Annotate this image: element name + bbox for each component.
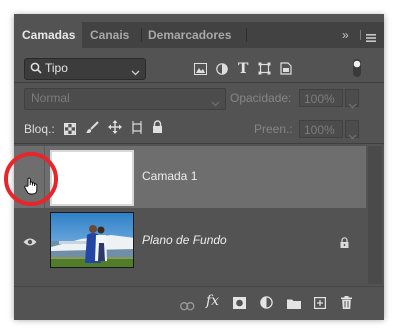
divider: [14, 143, 384, 144]
layer-row-camada-1[interactable]: Camada 1: [14, 146, 366, 208]
eye-icon[interactable]: [23, 234, 37, 252]
layers-scrollbar[interactable]: [368, 146, 382, 284]
divider: [14, 82, 384, 83]
blend-mode-value: Normal: [31, 91, 70, 105]
fill-field[interactable]: 100%: [299, 120, 343, 138]
link-layers-icon[interactable]: [180, 298, 195, 316]
adjustment-filter-icon[interactable]: [216, 62, 228, 80]
search-icon: [30, 62, 42, 77]
tab-separator: [360, 30, 361, 40]
lock-icon: [340, 235, 349, 253]
layers-panel: Camadas Canais Demarcadores » Tipo T Nor…: [14, 14, 384, 320]
layer-filter-select[interactable]: Tipo: [24, 58, 146, 80]
fill-dropdown[interactable]: [345, 120, 359, 140]
lock-position-icon[interactable]: [108, 120, 122, 139]
filter-toggle-icon[interactable]: [352, 58, 362, 83]
smart-object-filter-icon[interactable]: [280, 62, 292, 80]
tab-separator: [141, 28, 142, 42]
tab-separator: [246, 28, 247, 42]
shape-filter-icon[interactable]: [258, 62, 271, 80]
type-filter-icon[interactable]: T: [238, 61, 248, 77]
layer-thumbnail-white: [50, 150, 134, 206]
adjustment-layer-icon[interactable]: [260, 296, 273, 314]
chevron-down-icon: [348, 96, 357, 114]
opacity-dropdown[interactable]: [345, 89, 359, 109]
lock-image-icon[interactable]: [86, 121, 99, 139]
hamburger-menu-icon[interactable]: [366, 30, 376, 48]
layer-mask-icon[interactable]: [233, 296, 246, 314]
expand-panel-icon[interactable]: »: [342, 22, 349, 48]
filter-kind-label: Tipo: [45, 61, 68, 75]
layer-name[interactable]: Camada 1: [142, 169, 197, 183]
image-filter-icon[interactable]: [194, 62, 207, 80]
tab-layers[interactable]: Camadas: [14, 22, 82, 48]
layer-row-plano-de-fundo[interactable]: Plano de Fundo: [14, 209, 366, 271]
opacity-label: Opacidade:: [230, 91, 292, 105]
lock-transparent-icon[interactable]: [64, 122, 76, 140]
layer-name[interactable]: Plano de Fundo: [142, 233, 227, 247]
visibility-toggle[interactable]: [14, 209, 44, 271]
panel-footer: fx: [14, 286, 384, 320]
chevron-down-icon: [131, 65, 140, 79]
delete-layer-icon[interactable]: [341, 296, 352, 314]
lock-label: Bloq.:: [24, 122, 55, 136]
lock-all-icon[interactable]: [152, 120, 163, 138]
lock-artboard-icon[interactable]: [130, 121, 144, 139]
annotation-highlight-ring: [4, 152, 58, 206]
fill-label: Preen.:: [254, 122, 293, 136]
new-layer-icon[interactable]: [314, 296, 327, 314]
tab-channels[interactable]: Canais: [90, 22, 138, 48]
opacity-field[interactable]: 100%: [299, 89, 343, 107]
chevron-down-icon: [211, 96, 220, 110]
tab-bar: Camadas Canais Demarcadores »: [14, 22, 384, 48]
blend-mode-select[interactable]: Normal: [24, 88, 226, 110]
fx-icon[interactable]: fx: [206, 293, 219, 309]
tab-paths[interactable]: Demarcadores: [148, 22, 248, 48]
layer-thumbnail-photo: [50, 212, 134, 268]
group-folder-icon[interactable]: [287, 296, 301, 314]
